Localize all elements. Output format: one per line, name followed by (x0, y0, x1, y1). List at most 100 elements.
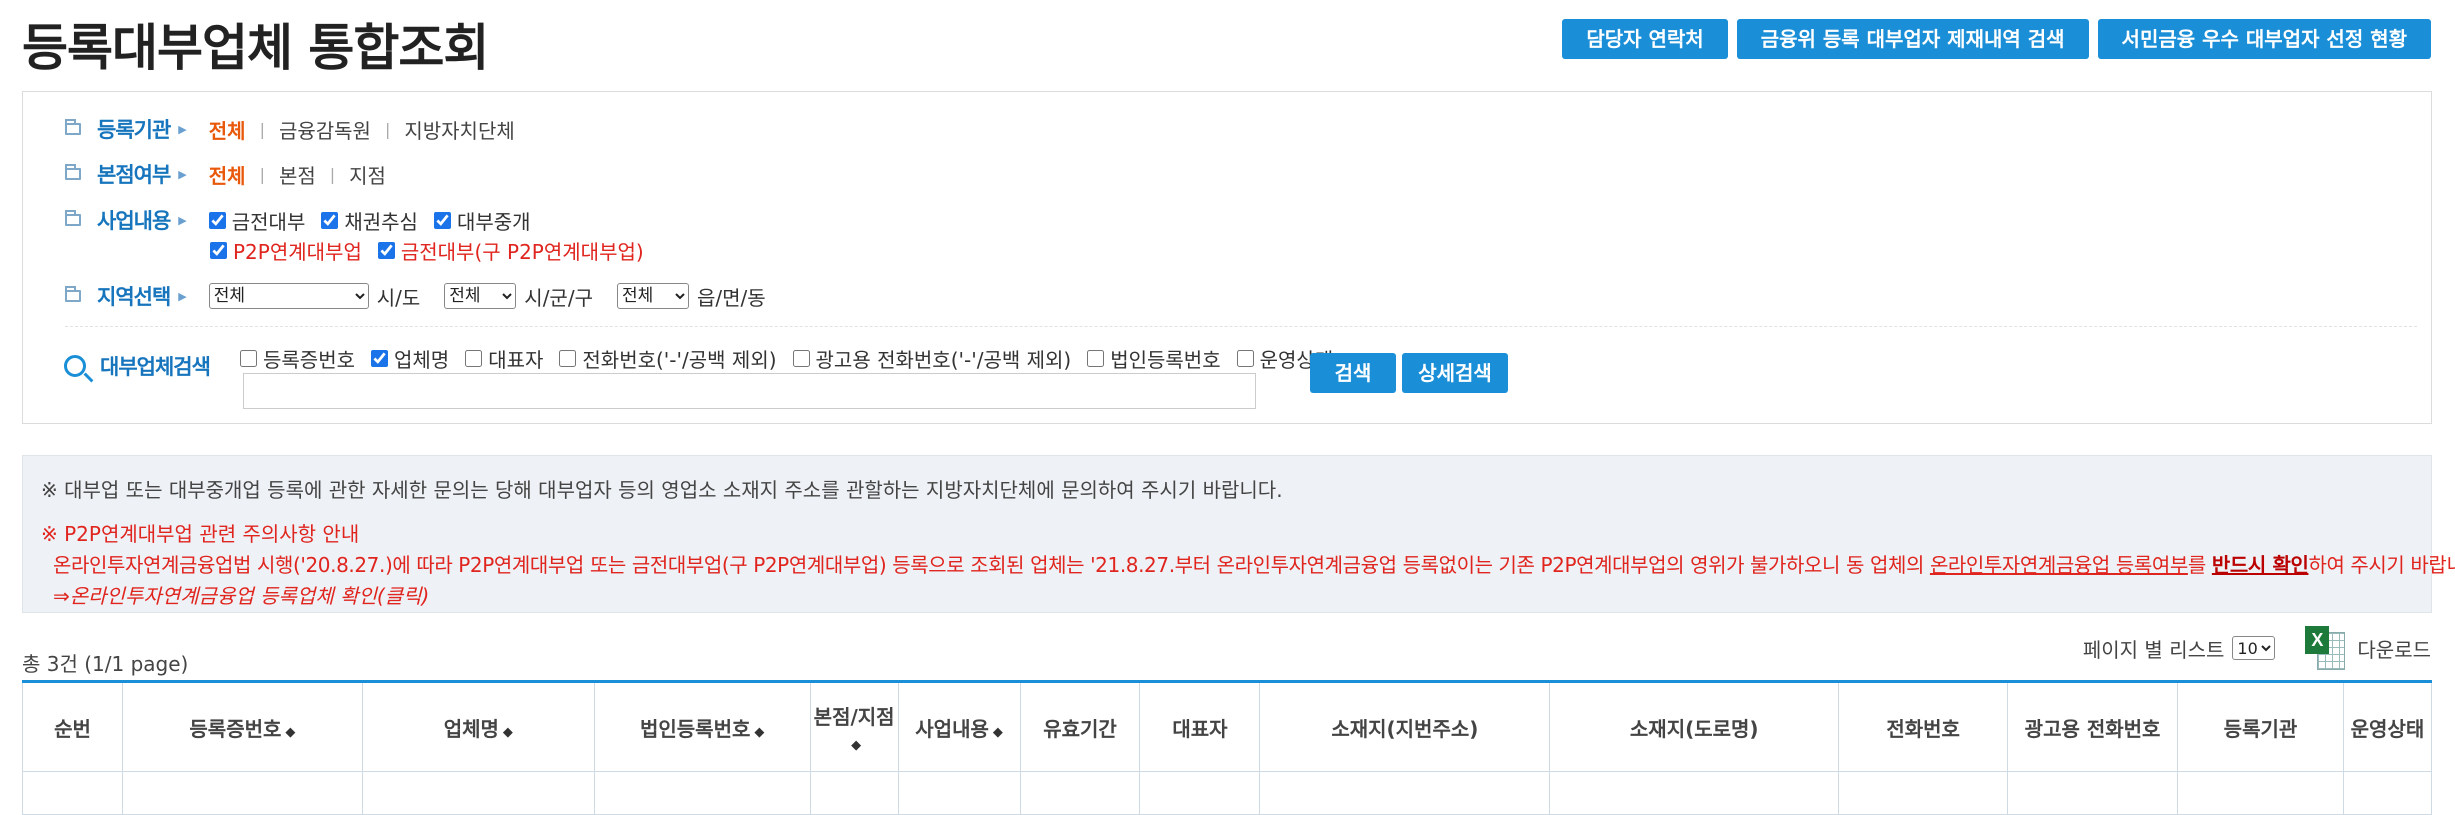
filter-row-region: 지역선택 ▶ 전체 시/도 전체 시/군/구 전체 읍/면/동 (65, 281, 790, 311)
filter-row-branch: 본점여부 ▶ 전체 | 본점 | 지점 (65, 159, 386, 189)
col-label: 운영상태 (2350, 716, 2425, 741)
filter-label: 등록기관 (97, 118, 171, 142)
search-check-phone[interactable]: 전화번호('-'/공백 제외) (559, 344, 777, 373)
checkbox-label: 업체명 (394, 348, 450, 372)
sort-icon[interactable]: ◆ (851, 738, 861, 753)
search-check-ceo[interactable]: 대표자 (465, 344, 543, 373)
checkbox-input[interactable] (240, 350, 257, 367)
col-corp-no[interactable]: 법인등록번호 ◆ (593, 680, 811, 772)
checkbox-p2p[interactable]: P2P연계대부업 (210, 236, 362, 265)
option-branch-head[interactable]: 본점 (279, 160, 316, 189)
top-button-group: 담당자 연락처 금융위 등록 대부업자 제재내역 검색 서민금융 우수 대부업자… (1562, 19, 2431, 59)
notice-p2p-body: 온라인투자연계금융업법 시행('20.8.27.)에 따라 P2P연계대부업 또… (53, 549, 2455, 578)
search-check-name[interactable]: 업체명 (371, 344, 449, 373)
checkbox-label: 대표자 (488, 348, 544, 372)
sort-icon[interactable]: ◆ (993, 725, 1003, 740)
checkbox-lending[interactable]: 금전대부 (208, 206, 306, 235)
checkbox-input[interactable] (208, 211, 226, 229)
download-link[interactable]: 다운로드 (2357, 634, 2431, 663)
notice-p2p-title: ※ P2P연계대부업 관련 주의사항 안내 (41, 522, 360, 546)
checkbox-input[interactable] (321, 211, 339, 229)
checkbox-brokerage[interactable]: 대부중개 (433, 206, 531, 235)
table-row (22, 771, 2433, 815)
result-table: 순번 등록증번호 ◆ 업체명 ◆ 법인등록번호 ◆ 본점/지점◆ 사업내용 ◆ 유효기간… (22, 680, 2433, 815)
per-page-label: 페이지 별 리스트 (2082, 637, 2225, 662)
col-label: 법인등록번호 (639, 716, 751, 741)
notice-text: 를 (2187, 553, 2212, 577)
col-ad-phone: 광고용 전화번호 (2007, 680, 2179, 772)
option-reg-all[interactable]: 전체 (209, 115, 246, 144)
col-label: 전화번호 (1886, 716, 1960, 741)
checkbox-input[interactable] (210, 242, 227, 259)
checkbox-input[interactable] (792, 350, 810, 367)
sort-icon[interactable]: ◆ (503, 725, 513, 740)
result-total: 총 3건 (1/1 page) (22, 652, 189, 676)
checkbox-input[interactable] (559, 350, 577, 367)
search-input[interactable] (243, 373, 1256, 409)
checkbox-input[interactable] (1087, 350, 1105, 367)
notice-text: 하여 주시기 바랍니다. (2308, 553, 2455, 577)
checkbox-input[interactable] (433, 211, 451, 229)
triangle-right-icon: ▶ (178, 213, 187, 227)
sort-icon[interactable]: ◆ (754, 725, 764, 740)
checkbox-input[interactable] (377, 242, 395, 259)
excel-icon[interactable]: X (2305, 626, 2346, 670)
separator: | (384, 119, 391, 139)
filter-label: 사업내용 (97, 209, 171, 233)
col-reg-no[interactable]: 등록증번호 ◆ (121, 680, 363, 772)
checkbox-label: 금전대부 (231, 209, 306, 234)
checkbox-collection[interactable]: 채권추심 (321, 206, 418, 235)
col-business[interactable]: 사업내용 ◆ (897, 680, 1021, 772)
detail-search-button[interactable]: 상세검색 (1402, 353, 1508, 393)
col-label: 광고용 전화번호 (2024, 716, 2161, 741)
checkbox-label: 전화번호('-'/공백 제외) (582, 348, 777, 372)
option-branch-all[interactable]: 전체 (209, 160, 246, 189)
col-label: 등록증번호 (189, 716, 282, 741)
sanction-search-button[interactable]: 금융위 등록 대부업자 제재내역 검색 (1736, 19, 2089, 59)
sort-icon[interactable]: ◆ (285, 725, 295, 740)
list-controls: 페이지 별 리스트 10 X 다운로드 (2083, 626, 2431, 670)
p2p-registry-link[interactable]: ⇒온라인투자연계금융업 등록업체 확인(클릭) (53, 580, 429, 609)
col-label: 업체명 (443, 716, 499, 741)
col-address-road: 소재지(도로명) (1549, 680, 1840, 772)
sigungu-select[interactable]: 전체 (444, 283, 517, 309)
separator: | (329, 164, 336, 184)
search-label-text: 대부업체검색 (100, 355, 211, 379)
per-page-select[interactable]: 10 (2232, 636, 2276, 660)
col-label: 순번 (54, 716, 91, 741)
checkbox-label: 채권추심 (344, 209, 418, 234)
contact-button[interactable]: 담당자 연락처 (1562, 19, 1728, 59)
dong-unit: 읍/면/동 (696, 285, 766, 310)
col-label: 대표자 (1172, 716, 1228, 741)
col-address-lot: 소재지(지번주소) (1259, 680, 1551, 772)
notice-emphasis: 반드시 확인 (2211, 553, 2309, 577)
col-validity: 유효기간 (1019, 680, 1141, 772)
col-phone: 전화번호 (1838, 680, 2009, 772)
col-ceo: 대표자 (1139, 680, 1261, 772)
checkbox-label: 금전대부(구 P2P연계대부업) (400, 240, 644, 264)
option-reg-local[interactable]: 지방자치단체 (404, 115, 514, 144)
table-header-row: 순번 등록증번호 ◆ 업체명 ◆ 법인등록번호 ◆ 본점/지점◆ 사업내용 ◆ 유효기간… (22, 680, 2433, 772)
excellent-lender-button[interactable]: 서민금융 우수 대부업자 선정 현황 (2097, 19, 2431, 59)
triangle-right-icon: ▶ (178, 122, 187, 136)
search-label: 대부업체검색 (64, 351, 211, 381)
sido-select[interactable]: 전체 (208, 283, 369, 309)
search-check-corp-no[interactable]: 법인등록번호 (1087, 344, 1221, 373)
checkbox-input[interactable] (1236, 350, 1254, 367)
col-seq: 순번 (22, 680, 123, 772)
checkbox-input[interactable] (465, 350, 483, 367)
col-company[interactable]: 업체명 ◆ (361, 680, 595, 772)
search-check-regno[interactable]: 등록증번호 (240, 344, 355, 373)
folder-icon (65, 286, 81, 302)
search-button[interactable]: 검색 (1310, 353, 1396, 393)
option-reg-fss[interactable]: 금융감독원 (279, 115, 371, 144)
dong-select[interactable]: 전체 (616, 283, 689, 309)
col-branch[interactable]: 본점/지점 ◆ (809, 680, 899, 772)
col-label: 소재지(지번주소) (1331, 716, 1479, 741)
search-check-ad-phone[interactable]: 광고용 전화번호('-'/공백 제외) (792, 344, 1071, 373)
checkbox-p2p-legacy[interactable]: 금전대부(구 P2P연계대부업) (377, 236, 644, 265)
checkbox-input[interactable] (371, 350, 388, 367)
option-branch-sub[interactable]: 지점 (349, 160, 386, 189)
col-label: 소재지(도로명) (1629, 716, 1759, 741)
page-title: 등록대부업체 통합조회 (22, 19, 489, 77)
